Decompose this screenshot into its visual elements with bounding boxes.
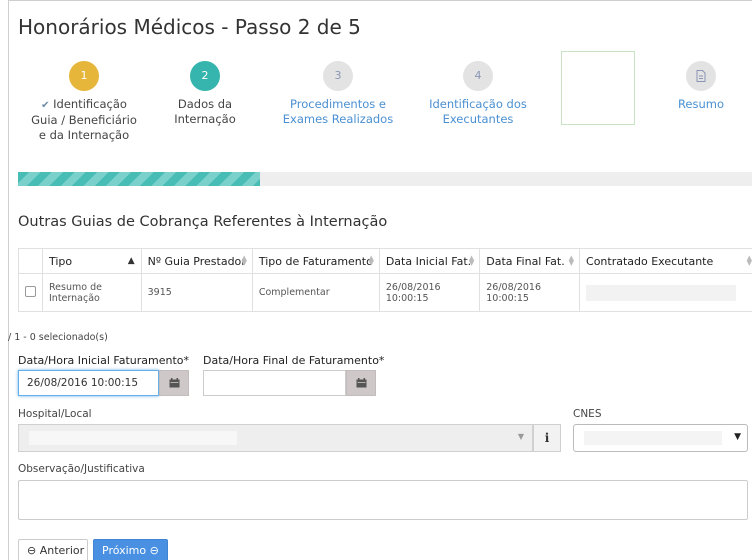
info-icon[interactable]: i [533, 424, 561, 452]
wizard-step-2[interactable]: 2 Dados da Internação [164, 61, 246, 127]
table-header-row: Tipo ▲ Nº Guia Prestador ▲ ▼ Tipo de Fatura… [18, 248, 752, 274]
sort-icon: ▲ ▼ [368, 254, 374, 267]
redacted-value [29, 431, 237, 445]
step-1-label-line1: Identificação [53, 97, 127, 111]
data-final-input[interactable] [203, 370, 346, 396]
cnes-select[interactable]: ▼ [573, 424, 748, 452]
step-4-label-line2: Executantes [442, 112, 514, 126]
observacao-textarea[interactable] [18, 480, 748, 520]
anterior-label: Anterior [39, 544, 85, 557]
cell-data-inicial: 26/08/2016 10:00:15 [378, 273, 481, 312]
proximo-button[interactable]: Próximo ⊖ [93, 539, 168, 560]
wizard-progress-fill [18, 172, 261, 186]
redacted-value [586, 284, 737, 301]
anterior-button[interactable]: ⊖ Anterior [18, 539, 88, 560]
step-4-label-line1: Identificação dos [429, 97, 527, 111]
wizard-step-1[interactable]: 1 ✔ Identificação Guia / Beneficiário e … [28, 61, 140, 143]
sort-icon: ▲ ▼ [746, 254, 752, 267]
cell-data-final: 26/08/2016 10:00:15 [479, 273, 581, 312]
cnes-label: CNES [573, 408, 602, 420]
data-inicial-input[interactable]: 26/08/2016 10:00:15 [18, 370, 159, 396]
document-icon [686, 61, 716, 91]
step-placeholder-box [561, 51, 635, 125]
step-3-circle: 3 [323, 61, 353, 91]
cell-tipo: Resumo de Internação [42, 273, 142, 312]
page-title: Honorários Médicos - Passo 2 de 5 [18, 15, 361, 39]
circle-arrow-right-icon: ⊖ [149, 544, 159, 557]
circle-arrow-left-icon: ⊖ [27, 544, 37, 557]
table-row[interactable]: Resumo de Internação 3915 Complementar 26… [18, 273, 752, 312]
step-2-circle: 2 [190, 61, 220, 91]
sort-icon: ▲ ▼ [468, 254, 475, 267]
proximo-label: Próximo [102, 544, 147, 557]
hospital-label: Hospital/Local [18, 408, 92, 420]
header-select [18, 248, 43, 274]
step-2-label-line2: Internação [174, 112, 236, 126]
chevron-down-icon: ▼ [517, 432, 524, 441]
calendar-icon[interactable] [346, 370, 376, 396]
wizard-step-4[interactable]: 4 Identificação dos Executantes [418, 61, 538, 127]
header-data-final[interactable]: Data Final Fat. ▲ ▼ [479, 248, 581, 274]
cell-contratado [579, 273, 752, 312]
hospital-select[interactable]: ▼ [18, 424, 533, 452]
wizard-step-3[interactable]: 3 Procedimentos e Exames Realizados [272, 61, 404, 127]
step-3-label-line1: Procedimentos e [290, 97, 386, 111]
section-title: Outras Guias de Cobrança Referentes à In… [18, 214, 388, 230]
header-tipo[interactable]: Tipo ▲ [42, 248, 142, 274]
wizard-step-5[interactable]: Resumo [670, 61, 732, 112]
sort-icon: ▲ ▼ [568, 254, 575, 267]
step-1-label-line2: Guia / Beneficiário [31, 113, 137, 127]
step-3-label-line2: Exames Realizados [282, 112, 394, 126]
header-data-inicial[interactable]: Data Inicial Fat. ▲ ▼ [378, 248, 481, 274]
data-final-label: Data/Hora Final de Faturamento* [203, 354, 385, 367]
step-1-label-line3: e da Internação [38, 128, 130, 142]
cell-faturamento: Complementar [251, 273, 380, 312]
step-5-label: Resumo [677, 97, 725, 111]
selection-info: / 1 - 0 selecionado(s) [8, 332, 108, 343]
data-inicial-label: Data/Hora Inicial Faturamento* [18, 354, 190, 367]
wizard-progress-bar [18, 172, 752, 186]
calendar-icon[interactable] [159, 370, 189, 396]
observacao-label: Observação/Justificativa [18, 463, 145, 475]
header-guia[interactable]: Nº Guia Prestador ▲ ▼ [140, 248, 253, 274]
header-faturamento[interactable]: Tipo de Faturamento ▲ ▼ [251, 248, 380, 274]
row-checkbox-cell[interactable] [18, 273, 43, 312]
step-2-label-line1: Dados da [177, 97, 233, 111]
guias-table: Tipo ▲ Nº Guia Prestador ▲ ▼ Tipo de Fatura… [18, 248, 752, 312]
sort-asc-icon: ▲ [127, 256, 135, 266]
chevron-down-icon: ▼ [734, 432, 741, 442]
check-icon: ✔ [41, 100, 50, 111]
row-checkbox[interactable] [25, 285, 36, 297]
cell-guia: 3915 [140, 273, 253, 312]
step-1-circle: 1 [69, 61, 99, 91]
sort-icon: ▲ ▼ [241, 254, 247, 267]
redacted-value [584, 431, 722, 445]
header-contratado[interactable]: Contratado Executante ▲ ▼ [579, 248, 752, 274]
step-4-circle: 4 [463, 61, 493, 91]
